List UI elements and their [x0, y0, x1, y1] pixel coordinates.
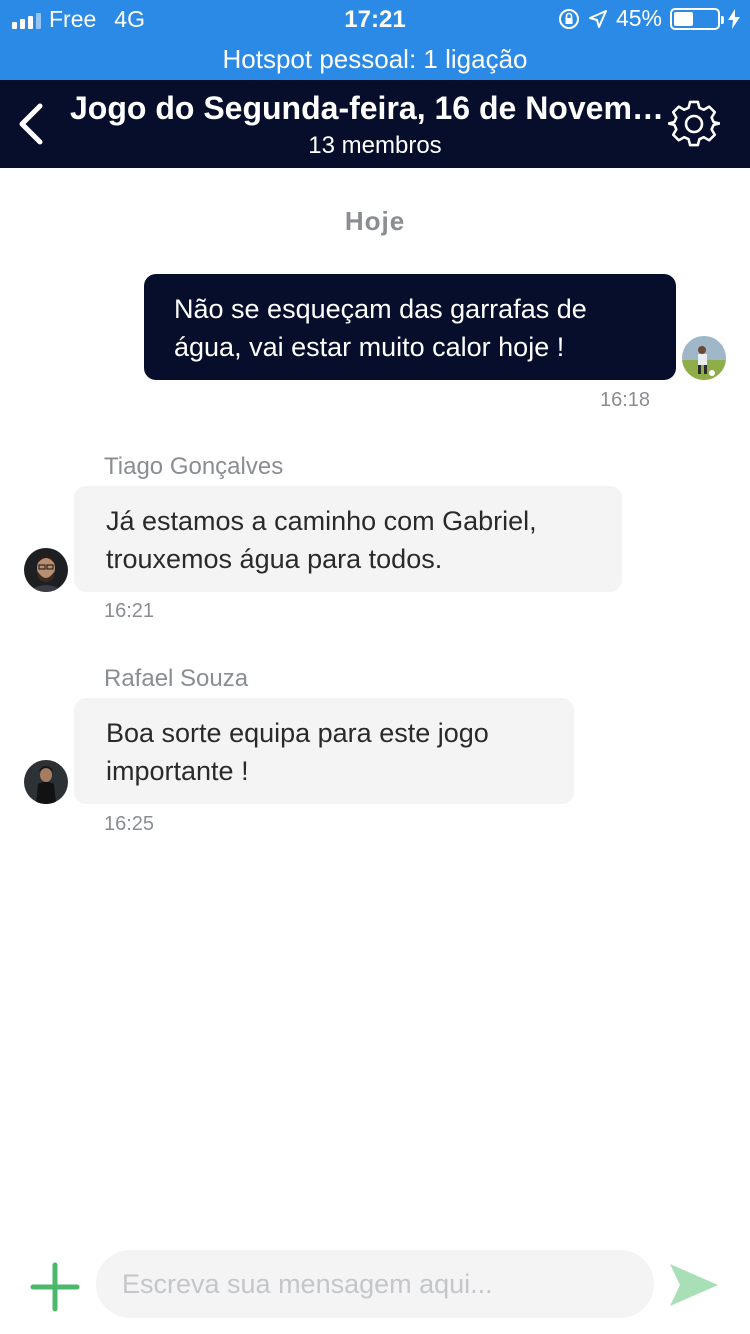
sender-name: Rafael Souza: [104, 665, 249, 692]
avatar[interactable]: [24, 760, 68, 804]
plus-icon[interactable]: [30, 1262, 80, 1312]
outgoing-message-bubble[interactable]: Não se esqueçam das garrafas de água, va…: [144, 274, 676, 380]
send-icon[interactable]: [668, 1262, 720, 1308]
message-time: 16:25: [104, 813, 155, 835]
chat-title[interactable]: Jogo do Segunda-feira, 16 de Novembro: [70, 90, 670, 127]
chat-header: Jogo do Segunda-feira, 16 de Novembro 13…: [0, 80, 750, 168]
battery-percent: 45%: [615, 5, 662, 31]
day-separator: Hoje: [344, 206, 406, 236]
sender-name: Tiago Gonçalves: [104, 453, 284, 480]
avatar[interactable]: [24, 548, 68, 592]
battery-icon: [670, 7, 724, 30]
gear-icon[interactable]: [668, 98, 720, 150]
status-right: 45%: [558, 5, 740, 32]
incoming-message-bubble[interactable]: Boa sorte equipa para este jogo importan…: [74, 698, 574, 804]
message-input[interactable]: [96, 1250, 654, 1318]
message-time: 16:21: [104, 600, 155, 622]
status-bar: Free 4G 17:21 45%: [0, 0, 750, 40]
message-time: 16:18: [600, 389, 651, 411]
orientation-lock-icon: [558, 8, 579, 29]
hotspot-banner[interactable]: Hotspot pessoal: 1 ligação: [0, 40, 750, 80]
location-arrow-icon: [588, 9, 607, 28]
avatar[interactable]: [682, 336, 726, 380]
member-count: 13 membros: [308, 132, 442, 159]
message-input-container: [96, 1250, 654, 1318]
charging-bolt-icon: [728, 8, 740, 29]
incoming-message-bubble[interactable]: Já estamos a caminho com Gabriel, trouxe…: [74, 486, 622, 592]
